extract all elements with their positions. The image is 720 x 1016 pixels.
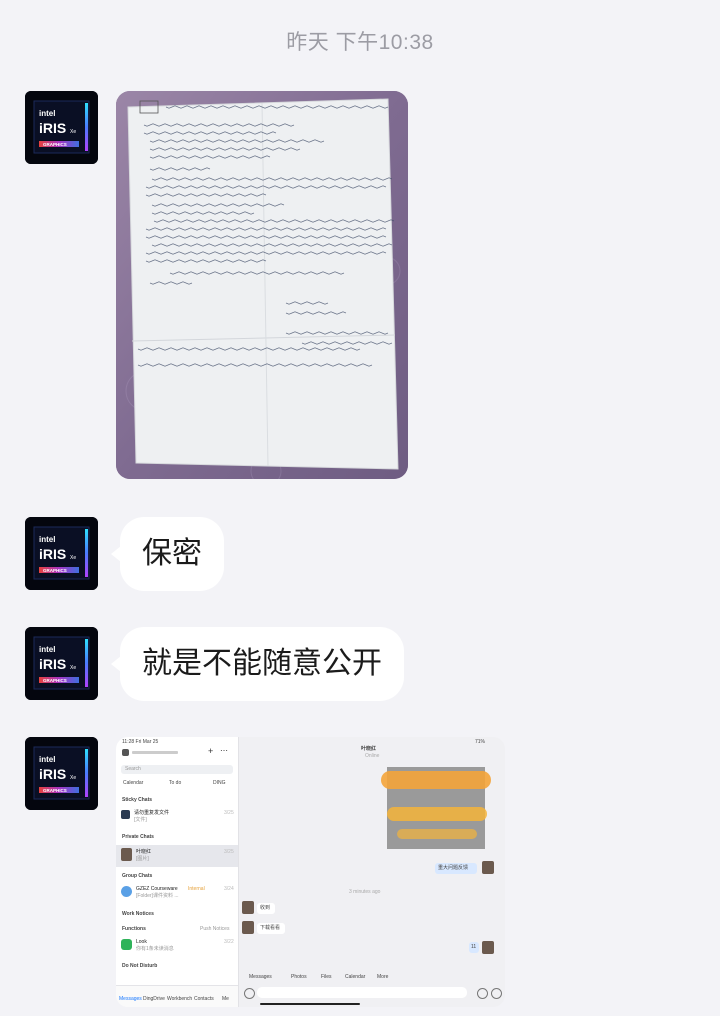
chat-avatar <box>121 886 132 897</box>
tab-messages[interactable]: Messages <box>119 996 142 1002</box>
message-text: 11 <box>471 944 477 950</box>
chat-name[interactable]: 请勿重复发文件 <box>134 810 169 816</box>
chat-preview: [Folder]课件资料 ... <box>136 893 179 899</box>
avatar-tag: GRAPHICS <box>43 142 67 147</box>
avatar[interactable]: intel iRIS Xe GRAPHICS <box>25 517 98 590</box>
avatar[interactable]: intel iRIS Xe GRAPHICS <box>25 737 98 810</box>
tablet-chat-pane: 71% 叶晓红 Online 重大问题反馈 3 minutes ago 收到 下… <box>239 737 505 1007</box>
functions-right: Push Notices <box>200 926 230 932</box>
blurred-image[interactable] <box>381 767 491 849</box>
chat-tab-files[interactable]: Files <box>321 974 332 980</box>
tab-dingdrive[interactable]: DingDrive <box>143 996 165 1002</box>
chat-name[interactable]: 叶晓红 <box>136 849 151 855</box>
chat-avatar <box>482 941 494 954</box>
message-text: 就是不能随意公开 <box>142 647 382 680</box>
message-bubble[interactable]: 11 <box>469 942 479 953</box>
document-photo <box>116 91 408 479</box>
chat-preview: [图片] <box>136 856 149 862</box>
avatar-product: iRIS <box>39 120 66 136</box>
chat-subtitle: Online <box>365 753 380 759</box>
section-dnd[interactable]: Do Not Disturb <box>122 963 157 969</box>
search-placeholder: Search <box>125 766 141 772</box>
message-text: 重大问题反馈 <box>438 865 469 871</box>
avatar-brand: intel <box>39 755 55 764</box>
ding-shortcut[interactable]: DING <box>213 780 226 786</box>
message-bubble[interactable]: 保密 <box>111 517 224 591</box>
time-divider: 3 minutes ago <box>349 889 381 895</box>
message-bubble[interactable]: 重大问题反馈 <box>435 863 477 874</box>
chat-avatar <box>482 861 494 874</box>
chat-name[interactable]: GZEZ Courseware <box>136 886 178 892</box>
chat-name[interactable]: Look <box>136 939 147 945</box>
section-sticky[interactable]: Sticky Chats <box>122 797 152 803</box>
chat-tab-messages[interactable]: Messages <box>249 974 272 980</box>
chat-tab-photos[interactable]: Photos <box>291 974 307 980</box>
tab-workbench[interactable]: Workbench <box>167 996 192 1002</box>
avatar-tag: GRAPHICS <box>43 678 67 683</box>
home-indicator <box>260 1003 360 1005</box>
calendar-shortcut[interactable]: Calendar <box>123 780 143 786</box>
chat-avatar <box>121 939 132 950</box>
chat-time: 3/24 <box>224 886 234 892</box>
chat-time: 3/25 <box>224 810 234 816</box>
message-text: 收到 <box>260 905 271 911</box>
chat-preview: [文件] <box>134 817 147 823</box>
chat-preview: 你有1条未读消息 <box>136 946 174 952</box>
message-text: 下载看看 <box>260 925 281 931</box>
tablet-sidebar: 11:28 Fri Mar 25 + ⋯ Search Calendar To … <box>116 737 239 1007</box>
avatar-brand: intel <box>39 645 55 654</box>
section-functions[interactable]: Functions <box>122 926 146 932</box>
avatar[interactable]: intel iRIS Xe GRAPHICS <box>25 627 98 700</box>
message-text: 保密 <box>142 537 202 570</box>
bottom-tab-bar: Messages DingDrive Workbench Contacts Me <box>116 985 238 1007</box>
chat-avatar <box>121 810 130 819</box>
chat-badge: Internal <box>188 886 205 892</box>
chat-avatar <box>242 921 254 934</box>
avatar-product: iRIS <box>39 546 66 562</box>
add-icon[interactable]: + <box>208 746 213 756</box>
tab-contacts[interactable]: Contacts <box>194 996 214 1002</box>
avatar-suffix: Xe <box>70 775 76 781</box>
chat-time: 3/25 <box>224 849 234 855</box>
avatar-suffix: Xe <box>70 665 76 671</box>
plus-icon[interactable] <box>491 988 502 999</box>
section-work[interactable]: Work Notices <box>122 911 154 917</box>
emoji-icon[interactable] <box>477 988 488 999</box>
user-avatar-icon <box>122 749 129 756</box>
chat-row-selected[interactable] <box>116 845 238 867</box>
tab-me[interactable]: Me <box>222 996 229 1002</box>
message-bubble[interactable]: 下载看看 <box>257 923 285 934</box>
avatar-product: iRIS <box>39 766 66 782</box>
avatar-brand: intel <box>39 535 55 544</box>
todo-shortcut[interactable]: To do <box>169 780 181 786</box>
message-input[interactable] <box>257 987 467 998</box>
message-bubble[interactable]: 收到 <box>257 903 275 914</box>
tablet-status-time: 11:28 Fri Mar 25 <box>122 739 159 745</box>
chat-tab-calendar[interactable]: Calendar <box>345 974 365 980</box>
chat-tab-more[interactable]: More <box>377 974 388 980</box>
avatar-brand: intel <box>39 109 55 118</box>
message-bubble[interactable]: 就是不能随意公开 <box>111 627 404 701</box>
avatar-tag: GRAPHICS <box>43 788 67 793</box>
avatar-suffix: Xe <box>70 555 76 561</box>
section-private[interactable]: Private Chats <box>122 834 154 840</box>
chat-avatar <box>121 848 132 861</box>
avatar-tag: GRAPHICS <box>43 568 67 573</box>
chat-timestamp: 昨天 下午10:38 <box>286 31 434 54</box>
avatar[interactable]: intel iRIS Xe GRAPHICS <box>25 91 98 164</box>
voice-icon[interactable] <box>244 988 255 999</box>
chat-title: 叶晓红 <box>361 746 377 752</box>
document-photo-message[interactable] <box>116 91 408 479</box>
avatar-product: iRIS <box>39 656 66 672</box>
section-group[interactable]: Group Chats <box>122 873 152 879</box>
chat-avatar <box>242 901 254 914</box>
tablet-screenshot-message[interactable]: 11:28 Fri Mar 25 + ⋯ Search Calendar To … <box>116 737 505 1007</box>
search-input[interactable]: Search <box>121 765 233 774</box>
chat-time: 3/22 <box>224 939 234 945</box>
avatar-suffix: Xe <box>70 129 76 135</box>
more-icon[interactable]: ⋯ <box>220 746 228 755</box>
tablet-battery: 71% <box>475 739 486 745</box>
